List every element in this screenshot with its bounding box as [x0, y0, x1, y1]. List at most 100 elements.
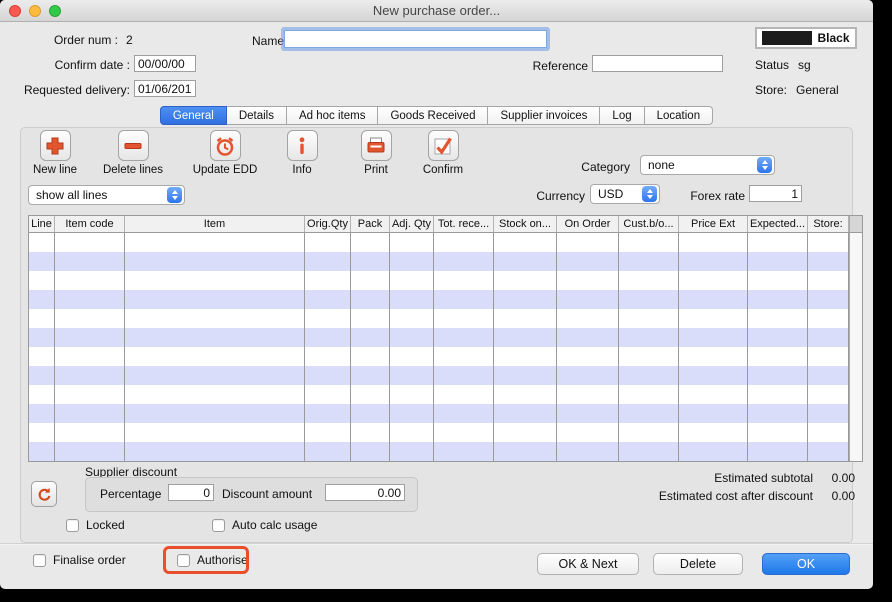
- column-header-store-[interactable]: Store:: [808, 216, 849, 232]
- column-header-price-ext[interactable]: Price Ext: [679, 216, 748, 232]
- table-row[interactable]: [29, 366, 849, 385]
- table-cell: [55, 404, 125, 423]
- line-filter-dropdown[interactable]: show all lines: [28, 185, 185, 205]
- column-header-item[interactable]: Item: [125, 216, 305, 232]
- category-dropdown[interactable]: none: [640, 155, 775, 175]
- checkmark-icon: [428, 130, 459, 161]
- confirm-button[interactable]: Confirm: [397, 130, 489, 176]
- table-cell: [351, 347, 390, 366]
- table-cell: [125, 404, 305, 423]
- vertical-scrollbar[interactable]: [849, 233, 862, 461]
- table-row[interactable]: [29, 271, 849, 290]
- table-cell: [55, 290, 125, 309]
- table-cell: [55, 423, 125, 442]
- table-row[interactable]: [29, 423, 849, 442]
- column-header-cust-b-o-[interactable]: Cust.b/o...: [619, 216, 679, 232]
- column-header-tot-rece-[interactable]: Tot. rece...: [434, 216, 494, 232]
- zoom-window-button[interactable]: [49, 5, 61, 17]
- tab-general[interactable]: General: [160, 106, 227, 125]
- name-input[interactable]: [284, 30, 547, 48]
- order-num-label: Order num :: [20, 33, 118, 47]
- delete-button[interactable]: Delete: [653, 553, 743, 575]
- table-row[interactable]: [29, 233, 849, 252]
- finalise-order-checkbox[interactable]: [33, 554, 46, 567]
- table-cell: [679, 233, 748, 252]
- authorise-checkbox[interactable]: [177, 554, 190, 567]
- toolbar-button-label: New line: [33, 164, 77, 176]
- auto-calc-usage-checkbox[interactable]: [212, 519, 225, 532]
- color-chip: [762, 31, 812, 45]
- table-cell: [748, 309, 808, 328]
- column-header-pack[interactable]: Pack: [351, 216, 390, 232]
- percentage-input[interactable]: [168, 484, 214, 501]
- table-row[interactable]: [29, 347, 849, 366]
- requested-delivery-input[interactable]: [134, 80, 196, 97]
- forex-rate-input[interactable]: [749, 185, 802, 202]
- color-swatch-selector[interactable]: Black: [755, 27, 857, 49]
- table-cell: [557, 404, 619, 423]
- table-cell: [748, 233, 808, 252]
- minus-icon: [118, 130, 149, 161]
- table-body: [29, 233, 862, 461]
- locked-checkbox[interactable]: [66, 519, 79, 532]
- table-row[interactable]: [29, 252, 849, 271]
- confirm-date-input[interactable]: [134, 55, 196, 72]
- currency-dropdown[interactable]: USD: [590, 184, 660, 204]
- table-cell: [125, 442, 305, 461]
- column-header-on-order[interactable]: On Order: [557, 216, 619, 232]
- table-cell: [55, 347, 125, 366]
- table-cell: [305, 290, 351, 309]
- percentage-label: Percentage: [100, 487, 161, 501]
- table-header-row: LineItem codeItemOrig.QtyPackAdj. QtyTot…: [29, 216, 862, 233]
- table-cell: [557, 423, 619, 442]
- column-header-expected-[interactable]: Expected...: [748, 216, 808, 232]
- table-row[interactable]: [29, 404, 849, 423]
- table-cell: [434, 309, 494, 328]
- column-header-line[interactable]: Line: [29, 216, 55, 232]
- tab-supplier-invoices[interactable]: Supplier invoices: [488, 106, 600, 125]
- delete-lines-button[interactable]: Delete lines: [87, 130, 179, 176]
- status-label: Status: [755, 58, 789, 72]
- close-window-button[interactable]: [9, 5, 21, 17]
- table-cell: [619, 385, 679, 404]
- table-cell: [748, 271, 808, 290]
- table-cell: [29, 309, 55, 328]
- ok-and-next-button[interactable]: OK & Next: [537, 553, 639, 575]
- tab-log[interactable]: Log: [600, 106, 644, 125]
- table-cell: [494, 252, 557, 271]
- column-header-orig-qty[interactable]: Orig.Qty: [305, 216, 351, 232]
- ok-button[interactable]: OK: [762, 553, 850, 575]
- table-row[interactable]: [29, 385, 849, 404]
- table-cell: [434, 290, 494, 309]
- table-cell: [808, 252, 849, 271]
- table-cell: [390, 404, 434, 423]
- table-cell: [390, 271, 434, 290]
- table-cell: [557, 252, 619, 271]
- column-header-stock-on-[interactable]: Stock on...: [494, 216, 557, 232]
- tab-details[interactable]: Details: [227, 106, 287, 125]
- minimize-window-button[interactable]: [29, 5, 41, 17]
- table-cell: [619, 347, 679, 366]
- line-filter-value: show all lines: [29, 188, 167, 202]
- table-cell: [29, 347, 55, 366]
- table-row[interactable]: [29, 328, 849, 347]
- tab-location[interactable]: Location: [645, 106, 713, 125]
- window-title: New purchase order...: [0, 0, 873, 22]
- table-row[interactable]: [29, 290, 849, 309]
- reference-input[interactable]: [592, 55, 723, 72]
- table-row[interactable]: [29, 442, 849, 461]
- recalculate-discount-button[interactable]: [31, 481, 57, 507]
- table-row[interactable]: [29, 309, 849, 328]
- table-cell: [305, 252, 351, 271]
- tab-goods-received[interactable]: Goods Received: [378, 106, 488, 125]
- table-cell: [679, 309, 748, 328]
- order-lines-table: LineItem codeItemOrig.QtyPackAdj. QtyTot…: [28, 215, 863, 462]
- tab-ad-hoc-items[interactable]: Ad hoc items: [287, 106, 378, 125]
- column-header-item-code[interactable]: Item code: [55, 216, 125, 232]
- table-cell: [434, 404, 494, 423]
- table-cell: [679, 385, 748, 404]
- table-cell: [351, 366, 390, 385]
- discount-amount-input[interactable]: [325, 484, 405, 501]
- column-header-adj-qty[interactable]: Adj. Qty: [390, 216, 434, 232]
- table-cell: [29, 252, 55, 271]
